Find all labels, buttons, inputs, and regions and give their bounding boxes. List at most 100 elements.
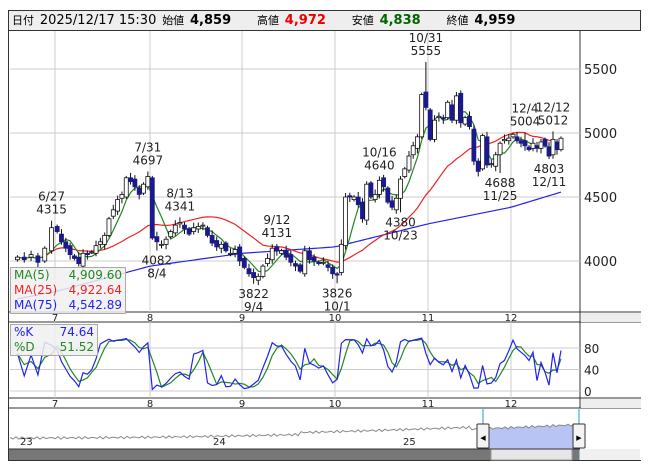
candle-up: [177, 222, 183, 225]
candle-down: [534, 145, 540, 149]
candle-down: [63, 241, 69, 249]
candle-down: [297, 264, 303, 272]
legend-d: %D 51.52: [14, 340, 94, 355]
candle-down: [514, 136, 520, 142]
candle-up: [445, 101, 451, 119]
month-label: 8: [147, 399, 153, 410]
legend-ma5: MA(5) 4,909.60: [14, 268, 122, 283]
candle-down: [471, 128, 477, 162]
annotation-value: 4380: [385, 215, 416, 229]
stoch-k-line: [16, 337, 562, 391]
candle-down: [209, 234, 215, 244]
candle-down: [283, 250, 289, 258]
candle-up: [432, 119, 437, 140]
candle-up: [372, 194, 378, 200]
scrollbar-thumb[interactable]: [490, 448, 573, 461]
legend-value: 4,922.64: [68, 283, 122, 297]
month-label: 9: [239, 313, 245, 324]
candle-down: [251, 272, 257, 279]
legend-name: MA(5): [14, 268, 50, 282]
legend-ma25: MA(25) 4,922.64: [14, 283, 122, 298]
candle-up: [255, 275, 261, 281]
candle-up: [269, 247, 275, 261]
candle-down: [526, 146, 532, 151]
candle-up: [419, 94, 425, 138]
candle-down: [21, 256, 27, 261]
candle-down: [149, 177, 155, 239]
axis-corner: [581, 313, 641, 322]
candle-up: [538, 141, 544, 149]
candle-up: [102, 234, 108, 245]
annotation-date: 11/25: [483, 189, 518, 203]
stock-chart[interactable]: 4000 4500 5000 5500 0 40 80 7 7 8 8 9 9 10 10 11 11 12 12 6…: [0, 0, 653, 470]
candle-down: [427, 109, 433, 140]
annotation-value: 4640: [364, 158, 395, 172]
annotation-date: 7/31: [134, 141, 161, 155]
annotation-value: 5004: [510, 114, 541, 128]
navigator-year-label: 24: [213, 437, 226, 448]
candle-up: [200, 224, 206, 227]
annotation-value: 3826: [322, 286, 353, 300]
annotation-date: 9/4: [244, 300, 263, 314]
candle-up: [15, 256, 20, 261]
candle-down: [316, 261, 322, 264]
candle-down: [440, 117, 446, 120]
candle-down: [241, 258, 247, 268]
candle-down: [205, 227, 210, 236]
candle-down: [182, 224, 187, 230]
annotation-date: 10/16: [362, 145, 397, 159]
candle-down: [368, 182, 374, 198]
candle-up: [42, 247, 48, 262]
ma-legend: MA(5) 4,909.60 MA(25) 4,922.64 MA(75) 4,542…: [10, 267, 126, 314]
candle-down: [154, 236, 160, 243]
candle-down: [214, 240, 220, 248]
candle-down: [360, 201, 365, 220]
candle-down: [449, 104, 455, 121]
legend-name: MA(25): [14, 283, 58, 297]
stoch-tick-label: 0: [584, 385, 592, 399]
candle-up: [436, 115, 442, 119]
candle-up: [453, 95, 459, 121]
legend-k: %K 74.64: [14, 325, 94, 340]
candle-down: [84, 252, 90, 256]
candle-up: [191, 227, 197, 232]
candle-down: [423, 91, 429, 108]
candle-up: [260, 265, 266, 277]
navigator-year-label: 25: [403, 437, 416, 448]
candle-up: [376, 179, 382, 195]
candle-up: [49, 227, 54, 252]
price-tick-label: 4000: [584, 255, 617, 270]
month-label: 9: [239, 399, 245, 410]
candle-up: [145, 176, 151, 188]
candle-up: [488, 163, 494, 166]
candle-down: [136, 187, 142, 195]
candle-down: [76, 256, 82, 264]
candle-down: [542, 138, 548, 147]
candle-down: [274, 246, 280, 252]
candle-up: [558, 137, 564, 151]
month-label: 11: [422, 313, 435, 324]
month-label: 7: [52, 399, 58, 410]
candle-up: [232, 249, 238, 254]
candle-up: [506, 137, 512, 142]
candle-up: [89, 251, 95, 254]
annotation-date: 10/31: [409, 31, 444, 45]
price-tick-label: 5000: [584, 127, 617, 142]
legend-name: %K: [14, 325, 34, 339]
month-label: 10: [329, 313, 342, 324]
candle-down: [334, 273, 340, 276]
candle-up: [351, 196, 357, 200]
candle-up: [502, 138, 507, 142]
candle-up: [415, 136, 420, 149]
navigator-left-arrow-icon: ◀: [480, 434, 486, 442]
candle-up: [228, 252, 233, 255]
legend-name: MA(75): [14, 298, 58, 312]
candle-down: [330, 266, 336, 275]
candle-up: [123, 177, 129, 198]
annotation-date: 10/1: [324, 299, 351, 313]
candle-down: [385, 187, 391, 203]
candle-down: [293, 263, 298, 267]
month-label: 7: [52, 313, 58, 324]
candle-up: [279, 250, 284, 254]
stoch-tick-label: 40: [584, 364, 599, 378]
